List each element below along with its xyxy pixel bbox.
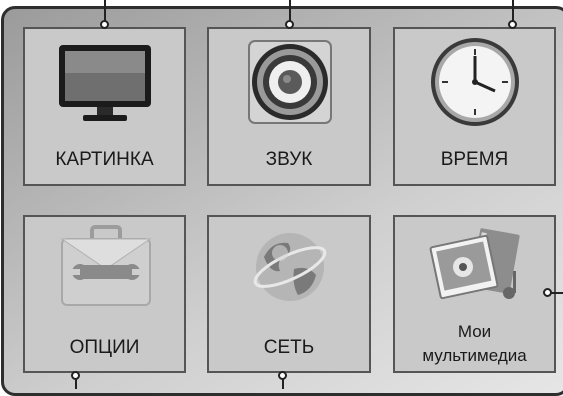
tile-options-label: ОПЦИИ xyxy=(69,337,140,358)
callout-dot-time xyxy=(508,20,517,29)
photo-media-icon xyxy=(429,228,520,300)
tile-network[interactable]: СЕТЬ xyxy=(207,215,371,373)
toolbox-icon xyxy=(60,225,152,306)
tile-my-media[interactable]: Мои мультимедиа xyxy=(393,215,556,373)
callout-dot-network xyxy=(278,371,287,380)
tile-my-media-label-line2: мультимедиа xyxy=(422,346,527,365)
clock-icon xyxy=(431,38,519,126)
tile-options[interactable]: ОПЦИИ xyxy=(23,215,186,373)
tile-network-label: СЕТЬ xyxy=(263,337,315,358)
monitor-icon xyxy=(59,45,151,121)
tile-my-media-label: Мои мультимедиа xyxy=(395,320,554,368)
globe-icon xyxy=(253,233,327,301)
callout-dot-picture xyxy=(100,20,109,29)
callout-dot-sound xyxy=(285,20,294,29)
speaker-icon xyxy=(248,40,332,124)
tile-picture[interactable]: КАРТИНКА xyxy=(23,27,186,186)
callout-dot-options xyxy=(71,371,80,380)
callout-dot-media xyxy=(543,288,552,297)
tv-menu-panel: КАРТИНКА ЗВУК ВРЕМЯ ОПЦИИ СЕТЬ Мои мульт… xyxy=(0,0,563,396)
tile-sound-label: ЗВУК xyxy=(265,149,313,170)
tile-my-media-label-line1: Мои xyxy=(457,322,492,341)
tile-sound[interactable]: ЗВУК xyxy=(207,27,371,186)
tile-time[interactable]: ВРЕМЯ xyxy=(393,27,556,186)
tile-picture-label: КАРТИНКА xyxy=(55,149,154,170)
tile-time-label: ВРЕМЯ xyxy=(440,149,509,170)
